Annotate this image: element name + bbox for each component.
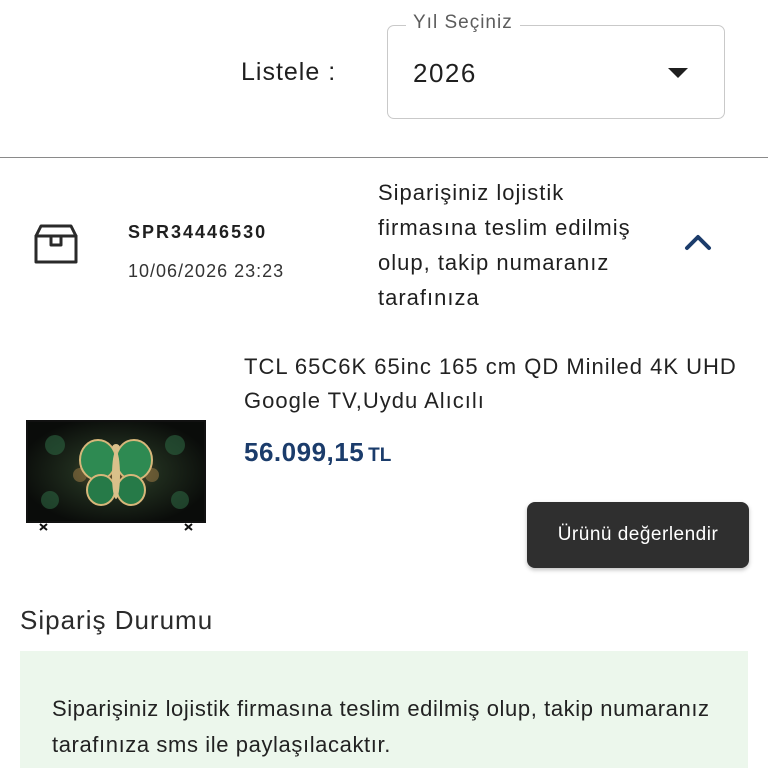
price-amount: 56.099,15 [244, 437, 365, 467]
price-currency: TL [368, 445, 392, 466]
product-image[interactable] [25, 420, 207, 532]
package-box-icon [34, 224, 78, 264]
order-status-message: Siparişiniz lojistik firmasına teslim ed… [52, 696, 710, 757]
year-filter-bar: Listele : Yıl Seçiniz 2026 [0, 0, 768, 158]
order-number: SPR34446530 [128, 222, 268, 242]
year-select-legend: Yıl Seçiniz [406, 12, 520, 34]
order-status-box: Siparişiniz lojistik firmasına teslim ed… [20, 651, 748, 768]
product-price: 56.099,15 TL [244, 437, 391, 468]
order-date: 10/06/2026 23:23 [128, 261, 285, 281]
product-name[interactable]: TCL 65C6K 65inc 165 cm QD Miniled 4K UHD… [244, 350, 744, 418]
order-status-title: Sipariş Durumu [20, 605, 214, 635]
list-label: Listele : [241, 58, 337, 86]
year-select-value: 2026 [413, 58, 477, 88]
order-status-summary: Siparişiniz lojistik firmasına teslim ed… [378, 180, 631, 310]
chevron-up-icon[interactable] [684, 232, 712, 252]
rate-product-button[interactable]: Ürünü değerlendir [527, 502, 749, 568]
year-select[interactable]: Yıl Seçiniz 2026 [387, 12, 725, 119]
dropdown-arrow-icon [668, 68, 688, 78]
